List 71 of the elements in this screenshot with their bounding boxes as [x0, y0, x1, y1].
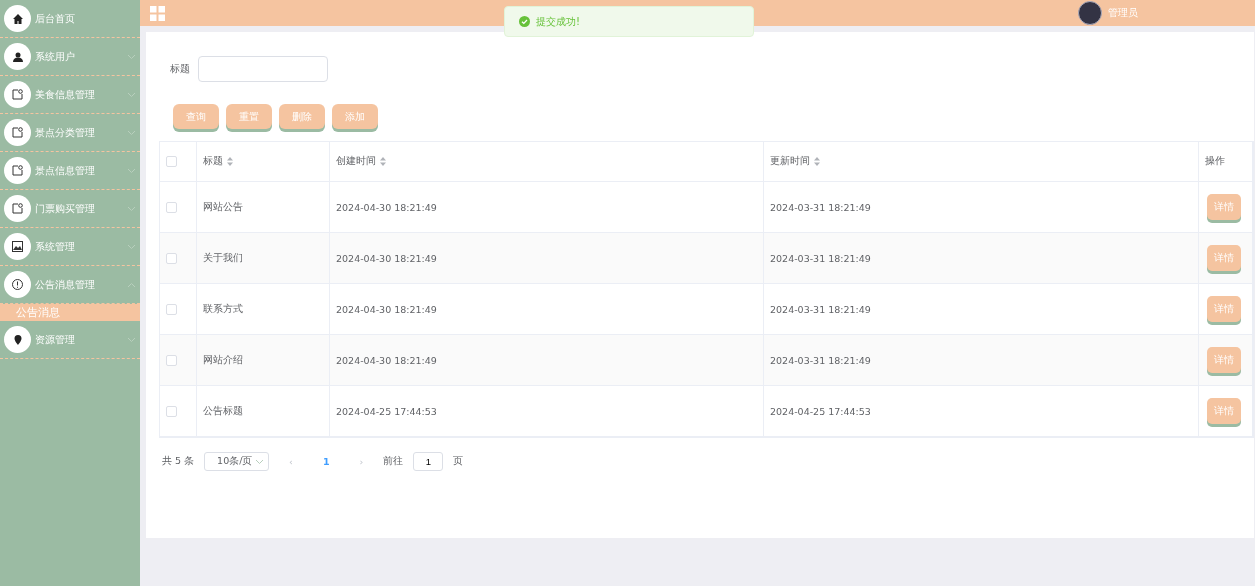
- total-count: 共 5 条: [162, 455, 195, 468]
- checkbox[interactable]: [166, 354, 177, 366]
- sidebar-item[interactable]: 门票购买管理: [0, 190, 140, 228]
- note-icon: [11, 202, 24, 215]
- chevron-icon: [255, 458, 265, 465]
- home-icon: [11, 12, 24, 25]
- table-cell: 网站公告: [203, 200, 243, 214]
- action-button[interactable]: 删除: [279, 104, 325, 129]
- action-button[interactable]: 添加: [332, 104, 378, 129]
- table-cell: 2024-03-31 18:21:49: [770, 354, 871, 366]
- table-cell: 2024-04-30 18:21:49: [336, 252, 437, 264]
- table-cell: 2024-04-30 18:21:49: [336, 201, 437, 213]
- page-suffix: 页: [453, 455, 464, 468]
- page-number[interactable]: 1: [312, 456, 340, 467]
- sort-icon[interactable]: [814, 157, 820, 166]
- field-label: 标题: [170, 62, 190, 76]
- detail-button[interactable]: 详情: [1207, 194, 1241, 220]
- table-cell: 公告标题: [203, 404, 243, 418]
- detail-button[interactable]: 详情: [1207, 296, 1241, 322]
- page-size-select[interactable]: 10条/页: [204, 452, 270, 471]
- next-page-button[interactable]: ›: [349, 456, 374, 467]
- sidebar-item[interactable]: 系统用户: [0, 38, 140, 76]
- table-cell: 2024-04-30 18:21:49: [336, 354, 437, 366]
- sidebar-item[interactable]: 系统管理: [0, 228, 140, 266]
- sidebar-item[interactable]: 景点信息管理: [0, 152, 140, 190]
- action-button[interactable]: 查询: [173, 104, 219, 129]
- sort-icon[interactable]: [380, 157, 386, 166]
- sort-icon[interactable]: [227, 157, 233, 166]
- table-cell: 关于我们: [203, 251, 243, 265]
- table-cell: 2024-04-30 18:21:49: [336, 303, 437, 315]
- pin-icon: [11, 333, 24, 346]
- table-cell: 2024-03-31 18:21:49: [770, 201, 871, 213]
- note-icon: [11, 88, 24, 101]
- checkbox[interactable]: [166, 405, 177, 417]
- image-icon: [11, 240, 24, 253]
- action-button[interactable]: 重置: [226, 104, 272, 129]
- table-cell: 2024-04-25 17:44:53: [336, 405, 437, 417]
- sidebar-item[interactable]: 美食信息管理: [0, 76, 140, 114]
- user-name: 管理员: [1108, 6, 1138, 20]
- column-header: 操作: [1205, 155, 1225, 168]
- column-header: 更新时间: [770, 155, 810, 168]
- user-icon: [11, 50, 24, 63]
- checkbox[interactable]: [166, 156, 177, 167]
- table-cell: 2024-03-31 18:21:49: [770, 252, 871, 264]
- title-input[interactable]: [198, 56, 328, 82]
- info-icon: [11, 278, 24, 291]
- page-input[interactable]: 1: [413, 452, 444, 471]
- prev-page-button[interactable]: ‹: [279, 456, 303, 467]
- detail-button[interactable]: 详情: [1207, 398, 1241, 424]
- check-circle-icon: [519, 16, 530, 27]
- table-cell: 2024-04-25 17:44:53: [770, 405, 871, 417]
- grid-menu-icon[interactable]: [150, 5, 165, 21]
- detail-button[interactable]: 详情: [1207, 347, 1241, 373]
- table-cell: 2024-03-31 18:21:49: [770, 303, 871, 315]
- column-header: 标题: [203, 155, 223, 168]
- checkbox[interactable]: [166, 303, 177, 315]
- sidebar-item[interactable]: 资源管理: [0, 321, 140, 359]
- avatar[interactable]: [1078, 1, 1102, 25]
- checkbox[interactable]: [166, 252, 177, 264]
- sidebar-item[interactable]: 景点分类管理: [0, 114, 140, 152]
- submenu-item[interactable]: 公告消息: [0, 304, 140, 321]
- note-icon: [11, 164, 24, 177]
- success-toast: 提交成功!: [504, 6, 754, 37]
- note-icon: [11, 126, 24, 139]
- checkbox[interactable]: [166, 201, 177, 213]
- sidebar-item[interactable]: 后台首页: [0, 0, 140, 38]
- table-cell: 联系方式: [203, 302, 243, 316]
- detail-button[interactable]: 详情: [1207, 245, 1241, 271]
- table-cell: 网站介绍: [203, 353, 243, 367]
- goto-label: 前往: [383, 455, 404, 468]
- column-header: 创建时间: [336, 155, 376, 168]
